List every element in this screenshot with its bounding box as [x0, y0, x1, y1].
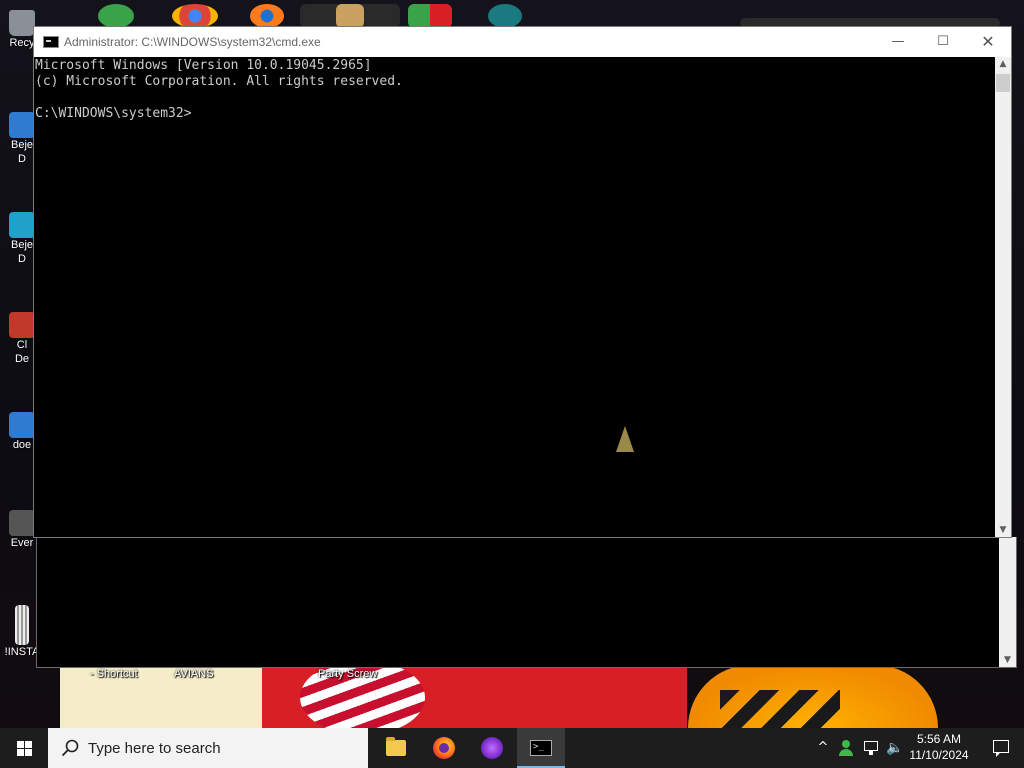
vertical-scrollbar[interactable]: ▲ ▼	[995, 57, 1011, 537]
taskbar: >_ ^ 🔈 5:56 AM 11/10/2024	[0, 728, 1024, 768]
windows-logo-icon	[17, 741, 32, 756]
people-icon[interactable]	[836, 728, 858, 768]
scrollbar-thumb[interactable]	[996, 74, 1010, 92]
command-prompt-icon: >_	[530, 740, 552, 756]
search-input[interactable]	[88, 728, 358, 768]
shortcut-1-glyph	[9, 112, 35, 138]
desktop-icon-label: Ever	[10, 537, 34, 549]
shortcut-2-glyph	[9, 212, 35, 238]
recycle-bin-glyph	[9, 10, 35, 36]
chrome-icon[interactable]	[172, 4, 218, 28]
maximize-button[interactable]: ☐	[920, 27, 966, 57]
show-hidden-icons-chevron-icon[interactable]: ^	[812, 728, 834, 768]
close-button[interactable]: ✕	[965, 27, 1011, 57]
folder-icon	[386, 737, 406, 756]
network-icon-stand	[869, 751, 873, 755]
start-button[interactable]	[0, 728, 48, 768]
action-center-button[interactable]	[980, 728, 1024, 768]
shortcut-5-glyph	[9, 510, 35, 536]
scroll-down-icon[interactable]: ▼	[995, 525, 1011, 535]
minimize-button[interactable]: —	[875, 27, 921, 57]
desktop-icon-top-3[interactable]	[250, 4, 284, 28]
console-line: ​	[35, 90, 995, 106]
installer-glyph	[15, 605, 29, 645]
avians-label: AVIANS	[174, 668, 214, 680]
tor-browser-icon	[481, 737, 503, 759]
desktop-icon-top-7[interactable]	[488, 4, 522, 28]
people-icon-body	[839, 749, 853, 756]
shortcut-4-glyph	[9, 412, 35, 438]
background-window-scrollbar[interactable]: ▼	[999, 537, 1016, 667]
desktop-shortcut-6[interactable]: !INSTA	[4, 605, 40, 659]
scroll-down-icon[interactable]: ▼	[999, 655, 1016, 665]
taskbar-file-explorer[interactable]	[372, 728, 420, 768]
console-line: (c) Microsoft Corporation. All rights re…	[35, 74, 403, 89]
notification-icon	[993, 740, 1009, 757]
shortcut-3-glyph	[9, 312, 35, 338]
console-output[interactable]: Microsoft Windows [Version 10.0.19045.29…	[34, 57, 995, 537]
console-prompt: C:\WINDOWS\system32>	[35, 106, 192, 121]
clock-time: 5:56 AM	[916, 732, 962, 746]
volume-icon[interactable]: 🔈	[884, 728, 906, 768]
desktop-icon-top-1[interactable]	[98, 4, 134, 28]
people-icon-head	[842, 740, 850, 748]
pumpkin-face	[720, 690, 840, 728]
console-line: Microsoft Windows [Version 10.0.19045.29…	[35, 58, 372, 73]
desktop-icon-label: !INSTA	[4, 646, 40, 658]
search-box[interactable]	[48, 728, 368, 768]
firefox-icon	[433, 737, 455, 759]
title-bar[interactable]: Administrator: C:\WINDOWS\system32\cmd.e…	[34, 27, 1011, 57]
shortcut-label: - Shortcut	[90, 668, 138, 680]
cmd-icon	[43, 36, 59, 48]
scroll-up-icon[interactable]: ▲	[995, 59, 1011, 69]
search-icon	[61, 739, 79, 757]
taskbar-firefox[interactable]	[420, 728, 468, 768]
clock[interactable]: 5:56 AM 11/10/2024	[906, 731, 972, 763]
window-title: Administrator: C:\WINDOWS\system32\cmd.e…	[64, 35, 321, 49]
taskbar-command-prompt[interactable]: >_	[517, 728, 565, 768]
taskbar-tor-browser[interactable]	[468, 728, 516, 768]
network-icon-screen	[864, 741, 878, 751]
desktop-icon-top-6[interactable]	[408, 4, 452, 28]
background-console-window[interactable]: ▼	[36, 537, 1017, 668]
network-icon[interactable]	[860, 728, 882, 768]
cmd-window[interactable]: Administrator: C:\WINDOWS\system32\cmd.e…	[33, 26, 1012, 538]
clock-date: 11/10/2024	[909, 748, 969, 762]
party-label: Party Screw	[318, 668, 378, 680]
party-hat-cursor-icon	[616, 426, 634, 452]
desktop-icon-top-5[interactable]	[336, 4, 364, 28]
